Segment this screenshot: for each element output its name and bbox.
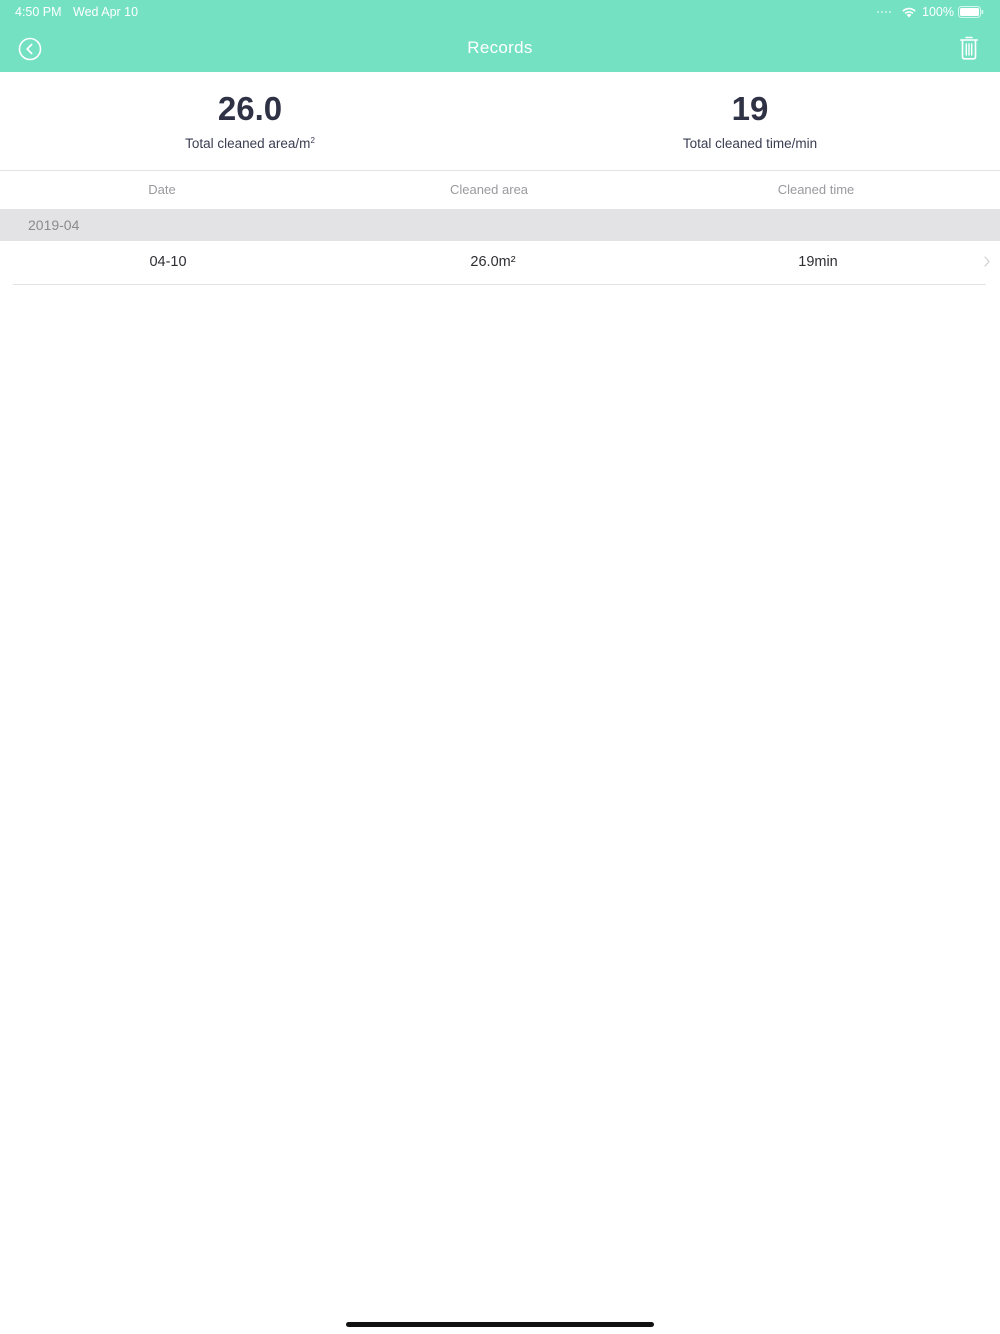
column-header-area: Cleaned area <box>449 182 529 197</box>
battery-icon <box>958 6 984 18</box>
month-section-header: 2019-04 <box>0 209 1000 241</box>
month-label: 2019-04 <box>28 217 80 233</box>
chevron-right-icon <box>984 256 990 267</box>
summary-panel: 26.0 Total cleaned area/m2 19 Total clea… <box>0 72 1000 171</box>
column-header-date: Date <box>148 182 176 197</box>
total-time-label: Total cleaned time/min <box>682 136 818 151</box>
area-unit-superscript: 2 <box>310 136 315 145</box>
home-indicator[interactable] <box>346 1322 654 1327</box>
battery-percentage: 100% <box>922 5 954 19</box>
record-date: 04-10 <box>149 254 187 270</box>
trash-icon[interactable] <box>960 36 978 60</box>
total-time-value: 19 <box>731 90 769 127</box>
status-time: 4:50 PM <box>15 5 62 19</box>
record-row[interactable]: 04-10 26.0m² 19min <box>0 241 1000 284</box>
wifi-icon <box>902 7 916 18</box>
table-header: Date Cleaned area Cleaned time <box>0 171 1000 209</box>
navigation-bar: Records <box>0 24 1000 72</box>
status-date: Wed Apr 10 <box>73 5 139 19</box>
record-area: 26.0m² <box>470 254 516 270</box>
record-time: 19min <box>798 254 838 270</box>
page-title: Records <box>467 38 533 57</box>
total-area-value: 26.0 <box>217 90 283 127</box>
status-indicators: 100% <box>877 4 984 20</box>
header: 4:50 PM Wed Apr 10 100% Records <box>0 0 1000 72</box>
cellular-signal-icon <box>877 11 893 13</box>
total-area-label: Total cleaned area/m2 <box>0 136 500 151</box>
total-area-label-text: Total cleaned area/m <box>185 136 311 151</box>
total-area-summary: 26.0 Total cleaned area/m2 <box>0 88 500 151</box>
status-bar: 4:50 PM Wed Apr 10 100% <box>0 0 1000 24</box>
records-screen: 4:50 PM Wed Apr 10 100% Records 26.0 Tot… <box>0 0 1000 1334</box>
row-divider <box>13 284 986 285</box>
column-header-time: Cleaned time <box>777 182 855 197</box>
total-time-summary: 19 Total cleaned time/min <box>500 88 1000 151</box>
